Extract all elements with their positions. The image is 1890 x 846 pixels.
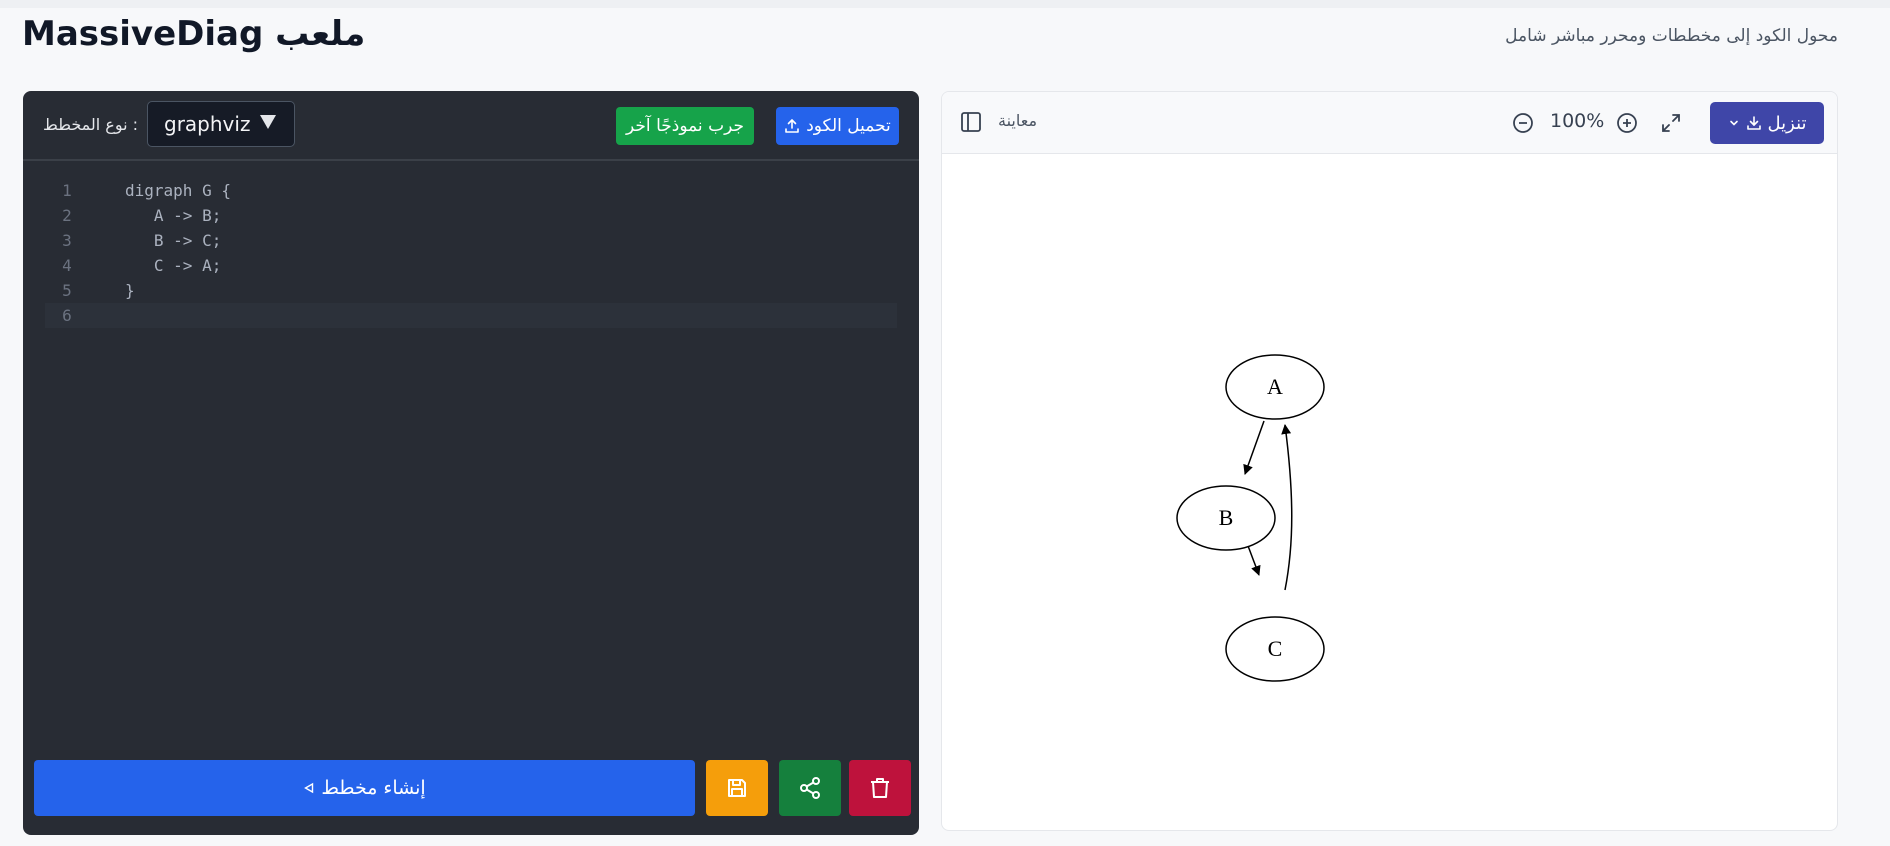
diagram-type-select[interactable]: graphviz	[147, 101, 295, 147]
dropdown-arrow-icon	[260, 115, 276, 129]
code-line: 3 B -> C;	[45, 228, 897, 253]
edge-a-b	[1243, 420, 1265, 475]
editor-toolbar: : نوع المخطط graphviz جرب نموذجًا آخر تح…	[23, 91, 919, 161]
code-line: 4 C -> A;	[45, 253, 897, 278]
download-button[interactable]: تنزيل	[1710, 102, 1824, 144]
trash-icon	[871, 778, 889, 798]
line-number: 2	[62, 206, 72, 225]
node-b: B	[1176, 485, 1276, 551]
try-sample-label: جرب نموذجًا آخر	[626, 116, 744, 136]
page-title: MassiveDiag ملعب	[22, 14, 366, 54]
node-a-label: A	[1267, 374, 1283, 399]
code-text: digraph G {	[125, 181, 231, 200]
upload-code-button[interactable]: تحميل الكود	[776, 107, 899, 145]
try-sample-button[interactable]: جرب نموذجًا آخر	[616, 107, 754, 145]
code-text: C -> A;	[125, 256, 222, 275]
edge-c-a	[1281, 424, 1293, 591]
save-icon	[728, 779, 746, 797]
editor-footer: إنشاء مخطط	[23, 760, 919, 816]
zoom-level: 100%	[1550, 110, 1605, 132]
sidebar-toggle-icon[interactable]	[960, 111, 982, 133]
upload-code-label: تحميل الكود	[806, 116, 891, 136]
code-text: }	[125, 281, 135, 300]
code-editor[interactable]: 1 digraph G { 2 A -> B; 3 B -> C; 4 C ->…	[23, 161, 919, 751]
save-button[interactable]	[706, 760, 768, 816]
line-number: 1	[62, 181, 72, 200]
code-text: A -> B;	[125, 206, 222, 225]
fullscreen-icon[interactable]	[1660, 112, 1682, 134]
code-line: 5 }	[45, 278, 897, 303]
share-button[interactable]	[779, 760, 841, 816]
generate-diagram-button[interactable]: إنشاء مخطط	[34, 760, 695, 816]
zoom-out-icon[interactable]	[1512, 112, 1534, 134]
node-c: C	[1225, 616, 1325, 682]
node-c-label: C	[1268, 636, 1283, 661]
share-icon	[800, 777, 820, 799]
play-icon	[304, 782, 314, 794]
line-number: 6	[62, 306, 72, 325]
code-line-active: 6	[45, 303, 897, 328]
download-label: تنزيل	[1767, 112, 1807, 134]
chevron-down-icon	[1729, 120, 1738, 126]
preview-label: معاينة	[998, 111, 1038, 130]
page-subtitle: محول الكود إلى مخططات ومحرر مباشر شامل	[1505, 26, 1838, 46]
preview-header: معاينة 100% تنزيل	[942, 92, 1837, 154]
node-a: A	[1225, 354, 1325, 420]
line-number: 5	[62, 281, 72, 300]
diagram-type-value: graphviz	[164, 112, 251, 136]
download-icon	[1746, 116, 1761, 130]
editor-panel: : نوع المخطط graphviz جرب نموذجًا آخر تح…	[23, 91, 919, 835]
node-b-label: B	[1219, 505, 1234, 530]
preview-panel: معاينة 100% تنزيل A B C	[941, 91, 1838, 831]
code-line: 2 A -> B;	[45, 203, 897, 228]
upload-icon	[785, 119, 800, 133]
line-number: 4	[62, 256, 72, 275]
delete-button[interactable]	[849, 760, 911, 816]
line-number: 3	[62, 231, 72, 250]
zoom-in-icon[interactable]	[1616, 112, 1638, 134]
generate-diagram-label: إنشاء مخطط	[321, 777, 426, 799]
top-strip	[0, 0, 1890, 8]
code-text: B -> C;	[125, 231, 222, 250]
code-line: 1 digraph G {	[45, 178, 897, 203]
diagram-type-label: : نوع المخطط	[43, 115, 139, 134]
diagram-canvas: A B C	[1176, 354, 1325, 682]
